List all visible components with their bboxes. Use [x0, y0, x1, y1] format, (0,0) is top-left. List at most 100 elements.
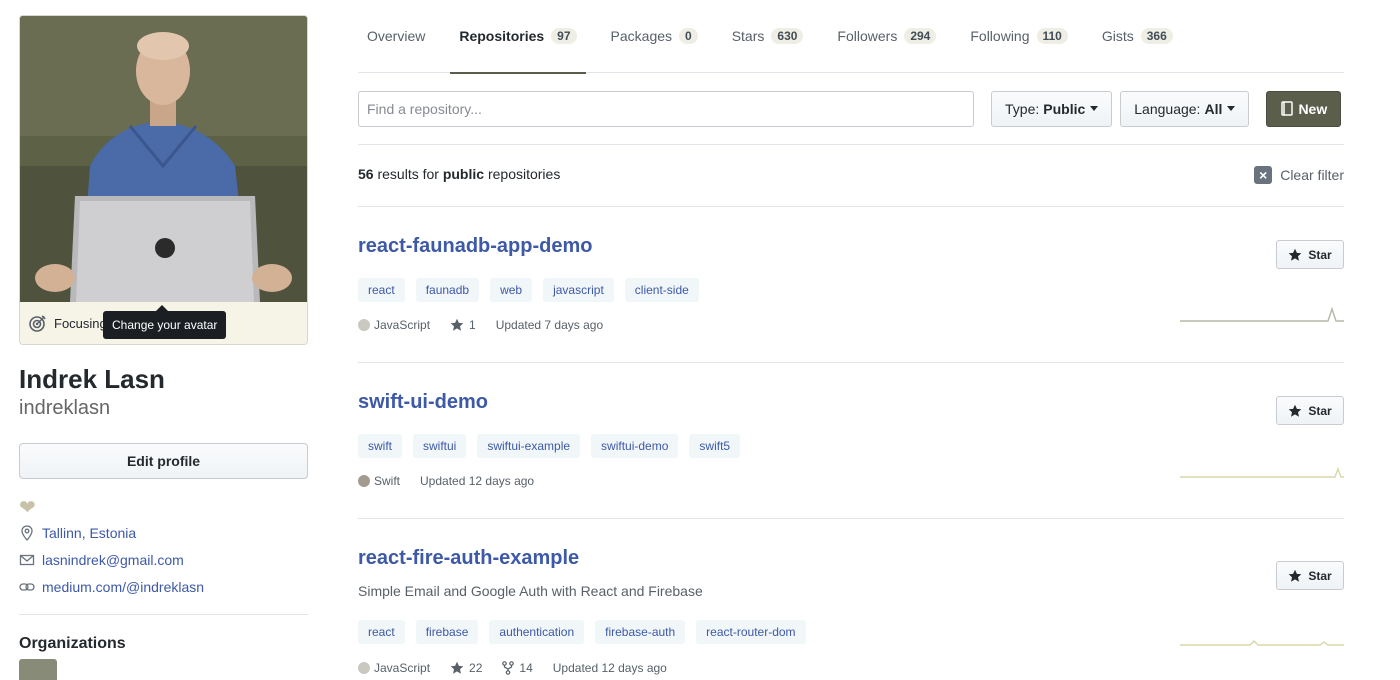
language-name: JavaScript	[374, 318, 431, 332]
avatar-tooltip: Change your avatar	[103, 305, 227, 339]
repo-name-link[interactable]: react-fire-auth-example	[358, 547, 579, 570]
star-icon	[1289, 404, 1302, 417]
repo-book-icon	[1281, 100, 1294, 116]
topic-tag[interactable]: swiftui-demo	[591, 434, 679, 458]
repo-meta: Swift Updated 12 days ago	[358, 474, 554, 488]
repo-filter-bar: Type: Public Language: All New	[358, 73, 1344, 145]
tab-count: 366	[1140, 28, 1173, 44]
topic-tag[interactable]: firebase-auth	[595, 620, 686, 644]
activity-sparkline	[1180, 467, 1344, 478]
heart-icon: ❤	[19, 497, 36, 519]
forks-link[interactable]: 14	[502, 661, 533, 675]
tab-packages[interactable]: Packages 0	[602, 0, 707, 73]
location-pin-icon	[21, 524, 33, 541]
topic-list: react firebase authentication firebase-a…	[358, 620, 817, 644]
star-icon	[1289, 569, 1302, 582]
star-button[interactable]: Star	[1276, 561, 1344, 590]
profile-username: indreklasn	[19, 397, 111, 419]
fork-count: 14	[519, 661, 533, 675]
new-button-label: New	[1298, 100, 1328, 117]
updated-time: Updated 12 days ago	[420, 474, 535, 488]
tab-count: 110	[1036, 28, 1068, 44]
tab-followers[interactable]: Followers 294	[828, 0, 945, 73]
results-kind: public	[442, 166, 485, 182]
star-count: 22	[469, 661, 483, 675]
repo-name-link[interactable]: react-faunadb-app-demo	[358, 235, 592, 258]
topic-tag[interactable]: client-side	[624, 278, 699, 302]
activity-sparkline	[1180, 640, 1344, 646]
find-repository-input[interactable]	[358, 90, 974, 127]
star-label: Star	[1308, 403, 1332, 418]
repo-language: JavaScript	[358, 661, 430, 675]
topic-tag[interactable]: web	[490, 278, 533, 302]
results-count: 56	[358, 166, 374, 182]
tab-count: 630	[771, 28, 804, 44]
star-button[interactable]: Star	[1276, 240, 1344, 269]
location-link[interactable]: Tallinn, Estonia	[42, 525, 136, 541]
topic-list: swift swiftui swiftui-example swiftui-de…	[358, 434, 751, 458]
email-link[interactable]: lasnindrek@gmail.com	[42, 552, 184, 568]
status-text: Focusing	[54, 315, 107, 331]
repo-meta: JavaScript 1 Updated 7 days ago	[358, 318, 623, 332]
new-repository-button[interactable]: New	[1266, 90, 1342, 127]
language-color-dot	[358, 319, 370, 331]
avatar[interactable]	[20, 16, 307, 302]
edit-profile-button[interactable]: Edit profile	[19, 443, 308, 479]
star-icon	[450, 661, 464, 674]
profile-sidebar: Focusing Change your avatar Indrek Lasn …	[19, 15, 308, 680]
star-count: 1	[469, 318, 476, 332]
activity-sparkline	[1180, 306, 1344, 322]
organizations-heading: Organizations	[19, 635, 126, 652]
language-name: JavaScript	[374, 661, 431, 675]
fork-icon	[502, 661, 515, 675]
language-filter-value: All	[1204, 100, 1223, 117]
tab-count: 294	[904, 28, 937, 44]
topic-tag[interactable]: react	[358, 278, 405, 302]
link-icon	[19, 582, 35, 591]
topic-tag[interactable]: javascript	[543, 278, 614, 302]
repo-language: Swift	[358, 474, 400, 488]
tab-stars[interactable]: Stars 630	[723, 0, 813, 73]
tab-label: Followers	[837, 28, 898, 44]
repo-list-item: react-faunadb-app-demo Star react faunad…	[358, 207, 1344, 363]
topic-tag[interactable]: swiftui-example	[477, 434, 581, 458]
tab-label: Gists	[1101, 28, 1134, 44]
type-filter-label: Type:	[1005, 100, 1040, 117]
tab-label: Packages	[610, 28, 673, 44]
language-color-dot	[358, 475, 370, 487]
topic-tag[interactable]: react-router-dom	[696, 620, 806, 644]
language-filter-select[interactable]: Language: All	[1120, 90, 1250, 127]
topic-tag[interactable]: authentication	[489, 620, 585, 644]
topic-tag[interactable]: faunadb	[415, 278, 480, 302]
avatar-container[interactable]: Focusing Change your avatar	[19, 15, 308, 345]
email-item: lasnindrek@gmail.com	[19, 546, 308, 573]
tab-count: 97	[551, 28, 577, 44]
caret-down-icon	[1090, 106, 1099, 111]
results-text: 56 results for public repositories	[358, 166, 560, 182]
stargazers-link[interactable]: 22	[450, 661, 482, 675]
clear-filter-button[interactable]: × Clear filter	[1254, 166, 1344, 184]
tab-label: Overview	[367, 28, 426, 44]
repo-list-item: react-fire-auth-example Simple Email and…	[358, 519, 1344, 680]
website-link[interactable]: medium.com/@indreklasn	[42, 579, 204, 595]
topic-tag[interactable]: react	[358, 620, 405, 644]
stargazers-link[interactable]: 1	[450, 318, 476, 332]
star-button[interactable]: Star	[1276, 396, 1344, 425]
tab-repositories[interactable]: Repositories 97	[450, 0, 586, 74]
type-filter-select[interactable]: Type: Public	[991, 90, 1113, 127]
repo-meta: JavaScript 22 14 Updated 12 days ago	[358, 661, 687, 675]
topic-tag[interactable]: swiftui	[413, 434, 467, 458]
organization-avatar[interactable]	[19, 659, 57, 680]
topic-tag[interactable]: firebase	[415, 620, 479, 644]
topic-tag[interactable]: swift5	[689, 434, 741, 458]
repo-list-item: swift-ui-demo Star swift swiftui swiftui…	[358, 363, 1344, 519]
tab-following[interactable]: Following 110	[961, 0, 1077, 73]
updated-time: Updated 12 days ago	[552, 661, 667, 675]
star-icon	[450, 318, 464, 331]
updated-time: Updated 7 days ago	[495, 318, 604, 332]
tab-gists[interactable]: Gists 366	[1093, 0, 1182, 73]
repo-language: JavaScript	[358, 318, 430, 332]
topic-tag[interactable]: swift	[358, 434, 402, 458]
repo-name-link[interactable]: swift-ui-demo	[358, 391, 488, 414]
tab-overview[interactable]: Overview	[358, 0, 434, 73]
